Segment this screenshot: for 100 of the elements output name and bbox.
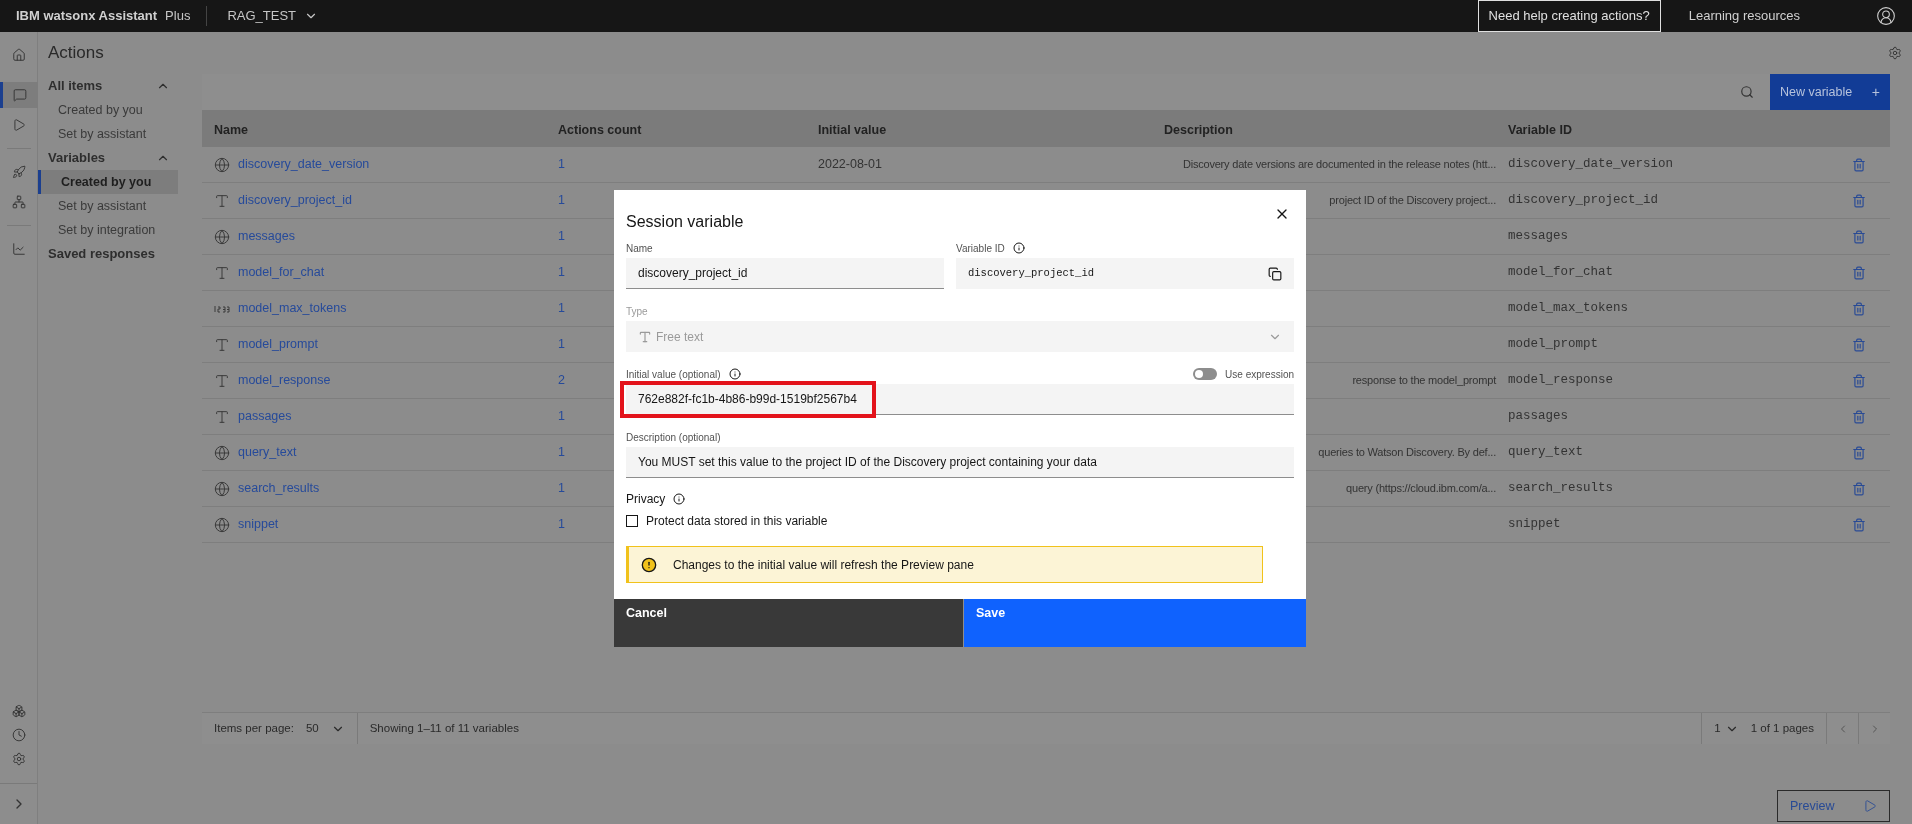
variable-id-text: model_prompt [1508, 336, 1598, 354]
column-header: Name [214, 122, 249, 137]
integrations-icon[interactable] [11, 704, 26, 718]
actions-count-link[interactable]: 1 [558, 157, 565, 172]
text-type-icon [638, 329, 652, 344]
name-field[interactable]: discovery_project_id [626, 258, 944, 289]
actions-count-link[interactable]: 2 [558, 373, 565, 388]
description-text: query (https://cloud.ibm.com/a... [1346, 481, 1496, 497]
globe-icon [214, 228, 230, 245]
sidebar-section[interactable]: Variables [38, 146, 178, 170]
variable-name-link[interactable]: messages [238, 227, 295, 246]
field-label: Description (optional) [626, 430, 722, 445]
info-icon[interactable] [728, 368, 741, 380]
column-header: Description [1164, 122, 1233, 137]
new-variable-button[interactable]: New variable + [1770, 74, 1890, 110]
assistant-switcher[interactable]: RAG_TEST [207, 6, 339, 26]
initial-value-text: 2022-08-01 [818, 157, 882, 172]
save-button[interactable]: Save [964, 599, 1306, 647]
variable-id-text: discovery_project_id [1508, 192, 1659, 210]
actions-count-link[interactable]: 1 [558, 409, 565, 424]
description-text: response to the model_prompt [1352, 373, 1496, 389]
chat-rail-icon[interactable] [0, 82, 38, 108]
actions-count-link[interactable]: 1 [558, 337, 565, 352]
cancel-button[interactable]: Cancel [614, 599, 964, 647]
sidebar-item[interactable]: Set by integration [38, 218, 178, 242]
sidebar-section[interactable]: Saved responses [38, 242, 178, 266]
delete-icon[interactable] [1852, 337, 1866, 352]
delete-icon[interactable] [1852, 409, 1866, 424]
protect-checkbox[interactable] [626, 515, 638, 527]
items-per-page-select[interactable]: 50 [293, 713, 358, 744]
delete-icon[interactable] [1852, 157, 1866, 172]
sidebar-item[interactable]: Set by assistant [38, 122, 178, 146]
variable-name-link[interactable]: model_response [238, 371, 331, 390]
resources-link[interactable]: Learning resources [1660, 6, 1828, 26]
notification-text: Changes to the initial value will refresh the Preview pane [673, 556, 974, 574]
history-icon[interactable] [11, 728, 26, 742]
delete-icon[interactable] [1852, 481, 1866, 496]
variable-name-link[interactable]: model_for_chat [238, 263, 325, 282]
actions-count-link[interactable]: 1 [558, 517, 565, 532]
globe-icon [214, 444, 230, 461]
plus-icon: + [1871, 81, 1880, 103]
text-type-icon [214, 408, 230, 425]
variable-name-link[interactable]: discovery_project_id [238, 191, 352, 210]
field-label: Name [626, 241, 654, 256]
description-field[interactable]: You MUST set this value to the project ID of the Discovery project containing your data [626, 447, 1294, 478]
variable-name-link[interactable]: passages [238, 407, 292, 426]
help-button[interactable]: Need help creating actions? [1477, 0, 1661, 32]
variable-id-text: discovery_date_version [1508, 156, 1674, 174]
delete-icon[interactable] [1852, 193, 1866, 208]
field-label: Type [626, 304, 649, 319]
sidebar-item[interactable]: Created by you [38, 98, 178, 122]
text-type-icon [214, 372, 230, 389]
settings-icon[interactable] [11, 752, 26, 766]
search-icon[interactable] [1740, 85, 1754, 99]
warning-icon [641, 556, 657, 573]
number-type-icon [214, 304, 230, 313]
page-select[interactable]: 1 [1701, 713, 1751, 744]
variable-name-link[interactable]: query_text [238, 443, 297, 462]
sidebar-section[interactable]: All items [38, 74, 178, 98]
actions-count-link[interactable]: 1 [558, 229, 565, 244]
checkbox-label: Protect data stored in this variable [646, 513, 828, 530]
delete-icon[interactable] [1852, 301, 1866, 316]
sidebar-item[interactable]: Set by assistant [38, 194, 178, 218]
field-label: Variable ID [956, 241, 1005, 256]
actions-count-link[interactable]: 1 [558, 193, 565, 208]
user-avatar-icon[interactable] [1876, 6, 1896, 26]
variable-id-text: messages [1508, 228, 1568, 246]
variable-id-text: query_text [1508, 444, 1583, 462]
actions-count-link[interactable]: 1 [558, 481, 565, 496]
sidebar-item[interactable]: Created by you [38, 170, 178, 194]
globe-icon [214, 516, 230, 533]
description-text: queries to Watson Discovery. By def... [1318, 445, 1496, 461]
expression-toggle[interactable] [1193, 368, 1218, 380]
delete-icon[interactable] [1852, 373, 1866, 388]
delete-icon[interactable] [1852, 445, 1866, 460]
items-per-page-label: Items per page: [213, 720, 294, 736]
copy-icon[interactable] [1268, 266, 1282, 281]
variable-name-link[interactable]: snippet [238, 515, 279, 534]
toggle-label: Use expression [1225, 367, 1294, 382]
delete-icon[interactable] [1852, 229, 1866, 244]
info-icon[interactable] [673, 493, 686, 505]
variable-name-link[interactable]: discovery_date_version [238, 155, 370, 174]
globe-icon [214, 480, 230, 497]
info-icon[interactable] [1012, 242, 1025, 254]
variable-name-link[interactable]: model_prompt [238, 335, 318, 354]
variable-name-link[interactable]: search_results [238, 479, 320, 498]
preview-button[interactable]: Preview [1777, 790, 1890, 822]
variable-name-link[interactable]: model_max_tokens [238, 299, 347, 318]
actions-count-link[interactable]: 1 [558, 265, 565, 280]
text-type-icon [214, 336, 230, 353]
play-icon [1863, 799, 1877, 813]
settings-icon[interactable] [1888, 46, 1902, 60]
variable-id-text: model_response [1508, 372, 1614, 390]
actions-count-link[interactable]: 1 [558, 301, 565, 316]
delete-icon[interactable] [1852, 517, 1866, 532]
variable-id-field[interactable]: discovery_project_id [956, 258, 1294, 289]
text-type-icon [214, 264, 230, 281]
delete-icon[interactable] [1852, 265, 1866, 280]
actions-count-link[interactable]: 1 [558, 445, 565, 460]
page-title: Actions [48, 42, 104, 65]
